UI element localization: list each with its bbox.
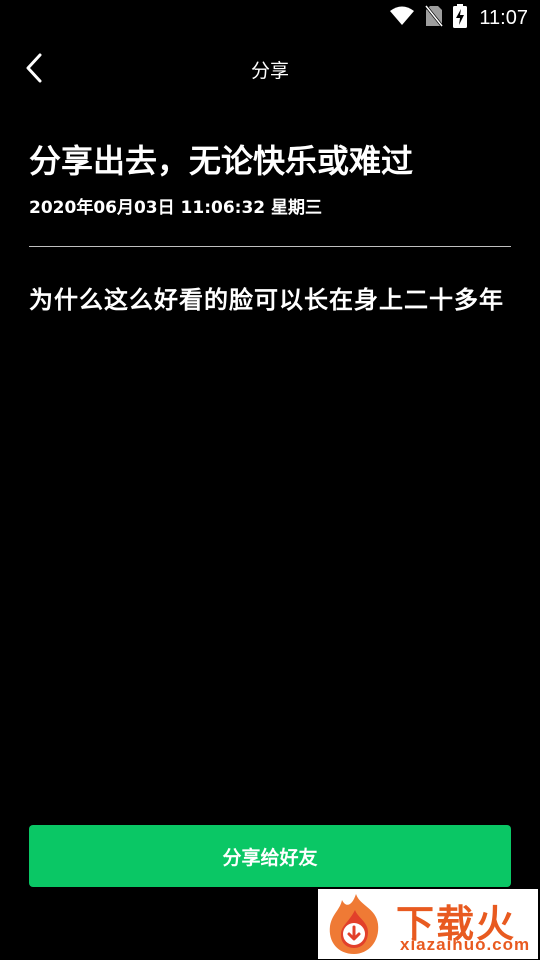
page-title: 分享 — [250, 60, 289, 82]
watermark-logo: 下载火 xiazaihuo.com — [318, 889, 538, 959]
no-sim-icon — [425, 5, 444, 31]
divider — [29, 246, 511, 247]
body-text: 为什么这么好看的脸可以长在身上二十多年 — [29, 286, 504, 314]
battery-charging-icon — [453, 4, 468, 32]
headline: 分享出去，无论快乐或难过 — [29, 142, 414, 180]
share-to-friends-button[interactable]: 分享给好友 — [29, 825, 511, 887]
timestamp: 2020年06月03日 11:06:32 星期三 — [29, 198, 323, 218]
status-bar: 11:07 — [0, 0, 540, 36]
watermark-domain: xiazaihuo.com — [400, 935, 531, 954]
wifi-icon — [389, 6, 415, 30]
flame-icon — [322, 892, 390, 959]
status-icons: 11:07 — [389, 4, 528, 32]
status-time: 11:07 — [479, 6, 528, 29]
app-bar: 分享 — [0, 40, 540, 100]
